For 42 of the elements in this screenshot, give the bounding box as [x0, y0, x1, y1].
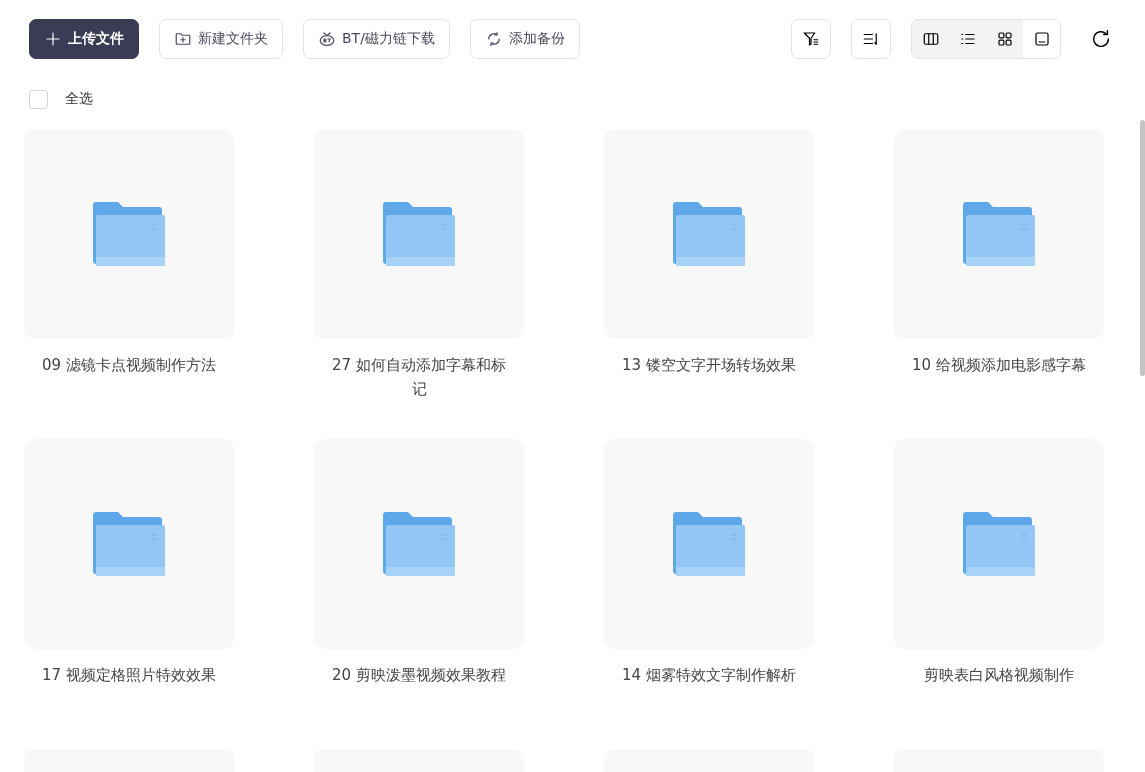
sort-button[interactable]: [851, 19, 891, 59]
sort-icon: [862, 30, 880, 48]
folder-card[interactable]: [894, 129, 1104, 339]
toolbar-button[interactable]: 新建文件夹: [159, 19, 283, 59]
plus-icon: [44, 30, 62, 48]
toolbar-button[interactable]: 添加备份: [469, 19, 580, 59]
upload-button[interactable]: 上传文件: [29, 19, 139, 59]
select-all-checkbox[interactable]: [29, 89, 48, 109]
folder-name: 09 滤镜卡点视频制作方法: [41, 355, 217, 376]
folder-card[interactable]: [604, 129, 814, 339]
folder-card[interactable]: [894, 439, 1104, 649]
refresh-icon: [1090, 28, 1112, 50]
panel-icon: [1032, 30, 1051, 48]
folder-card[interactable]: [24, 129, 234, 339]
folder-card[interactable]: [314, 129, 524, 339]
folder-name: 17 视频定格照片特效效果: [41, 665, 217, 686]
select-all-label: 全选: [65, 90, 93, 108]
bt-icon: [318, 30, 336, 48]
folder-name: 剪映表白风格视频制作: [923, 665, 1075, 686]
folder-card[interactable]: [24, 439, 234, 649]
scrollbar-thumb[interactable]: [1140, 120, 1145, 376]
folder-plus-icon: [174, 30, 192, 48]
grid-icon: [995, 30, 1014, 48]
folder-icon: [93, 511, 165, 577]
folder-icon: [383, 511, 455, 577]
folder-name: 20 剪映泼墨视频效果教程: [331, 665, 507, 686]
folder-name: 14 烟雾特效文字制作解析: [621, 665, 797, 686]
folder-name: 13 镂空文字开场转场效果: [621, 355, 797, 376]
filter-icon: [802, 30, 820, 48]
folder-icon: [383, 201, 455, 267]
folder-icon: [673, 201, 745, 267]
folder-card[interactable]: [604, 439, 814, 649]
folder-name: 10 给视频添加电影感字幕: [911, 355, 1087, 376]
folder-name: 27 如何自动添加字幕和标记: [331, 355, 507, 400]
folder-icon: [963, 511, 1035, 577]
folder-icon: [673, 511, 745, 577]
folder-icon: [93, 201, 165, 267]
columns-icon: [921, 30, 940, 48]
folder-card[interactable]: [314, 439, 524, 649]
folder-icon: [963, 201, 1035, 267]
toolbar-button[interactable]: BT/磁力链下载: [303, 19, 450, 59]
filter-button[interactable]: [791, 19, 831, 59]
